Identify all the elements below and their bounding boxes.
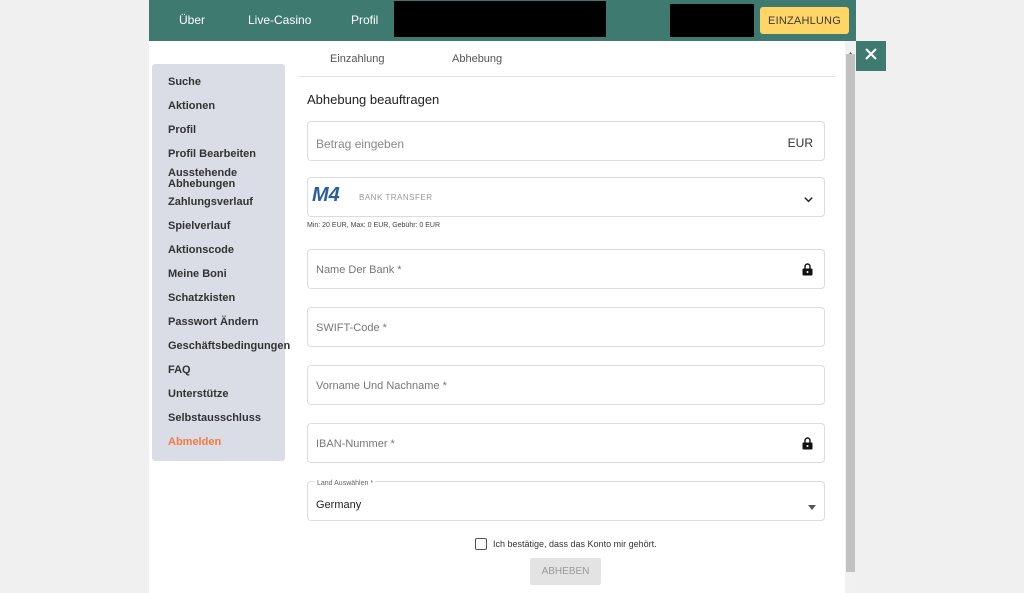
country-label: Land Auswählen * bbox=[315, 480, 376, 487]
full-name-placeholder: Vorname Und Nachname * bbox=[316, 380, 447, 392]
chevron-down-icon bbox=[803, 192, 814, 210]
sidebar-item-unterstuetze[interactable]: Unterstütze bbox=[168, 389, 229, 400]
form-title: Abhebung beauftragen bbox=[307, 92, 440, 107]
nav-link-ueber[interactable]: Über bbox=[179, 13, 205, 27]
sidebar-item-ausstehende-abhebungen[interactable]: Ausstehende Abhebungen bbox=[168, 168, 268, 190]
swift-code-field[interactable]: SWIFT-Code * bbox=[307, 307, 825, 347]
sidebar-item-schatzkisten[interactable]: Schatzkisten bbox=[168, 293, 235, 304]
m4-logo: M4 bbox=[312, 184, 340, 206]
sidebar-item-aktionscode[interactable]: Aktionscode bbox=[168, 245, 234, 256]
confirm-checkbox[interactable] bbox=[475, 538, 487, 550]
withdraw-button[interactable]: ABHEBEN bbox=[530, 558, 601, 585]
sidebar-item-passwort-aendern[interactable]: Passwort Ändern bbox=[168, 317, 258, 328]
sidebar-item-profil[interactable]: Profil bbox=[168, 125, 196, 136]
scrollbar[interactable] bbox=[845, 41, 856, 593]
payment-method-label: BANK TRANSFER bbox=[359, 193, 433, 202]
country-value: Germany bbox=[316, 499, 362, 511]
close-button[interactable] bbox=[856, 41, 886, 71]
top-navigation: Über Live-Casino Profil bbox=[149, 0, 856, 41]
close-icon bbox=[865, 47, 877, 65]
swift-code-placeholder: SWIFT-Code * bbox=[316, 322, 387, 334]
account-sidebar: Suche Aktionen Profil Profil Bearbeiten … bbox=[152, 64, 290, 461]
limits-text: Min: 20 EUR, Max: 0 EUR, Gebühr: 0 EUR bbox=[307, 222, 441, 229]
bank-name-field[interactable]: Name Der Bank * bbox=[307, 249, 825, 289]
nav-link-live-casino[interactable]: Live-Casino bbox=[248, 13, 311, 27]
lock-icon bbox=[802, 437, 813, 455]
bank-name-placeholder: Name Der Bank * bbox=[316, 264, 402, 276]
amount-input[interactable]: Betrag eingeben EUR bbox=[307, 121, 825, 161]
sidebar-item-selbstausschluss[interactable]: Selbstausschluss bbox=[168, 413, 261, 424]
payment-method-select[interactable]: M4 BANK TRANSFER bbox=[307, 177, 825, 217]
deposit-button[interactable]: EINZAHLUNG bbox=[760, 7, 849, 34]
iban-field[interactable]: IBAN-Nummer * bbox=[307, 423, 825, 463]
redacted-block bbox=[394, 1, 606, 37]
caret-down-icon bbox=[808, 498, 816, 516]
sidebar-item-geschaeftsbedingungen[interactable]: Geschäftsbedingungen bbox=[168, 341, 290, 352]
tab-abhebung[interactable]: Abhebung bbox=[452, 53, 502, 65]
payment-tabs: Einzahlung Abhebung bbox=[299, 41, 836, 77]
redacted-block bbox=[670, 4, 754, 37]
tab-einzahlung[interactable]: Einzahlung bbox=[330, 53, 384, 65]
scroll-down-icon[interactable] bbox=[847, 586, 854, 593]
sidebar-item-profil-bearbeiten[interactable]: Profil Bearbeiten bbox=[168, 149, 256, 160]
sidebar-item-spielverlauf[interactable]: Spielverlauf bbox=[168, 221, 230, 232]
currency-label: EUR bbox=[787, 136, 813, 150]
account-panel: Suche Aktionen Profil Profil Bearbeiten … bbox=[149, 41, 856, 593]
lock-icon bbox=[802, 263, 813, 281]
sidebar-item-abmelden[interactable]: Abmelden bbox=[168, 437, 221, 448]
iban-placeholder: IBAN-Nummer * bbox=[316, 438, 395, 450]
nav-link-profil[interactable]: Profil bbox=[351, 13, 378, 27]
sidebar-item-faq[interactable]: FAQ bbox=[168, 365, 191, 376]
sidebar-item-suche[interactable]: Suche bbox=[168, 77, 201, 88]
scrollbar-thumb[interactable] bbox=[846, 54, 855, 572]
sidebar-item-aktionen[interactable]: Aktionen bbox=[168, 101, 215, 112]
country-select[interactable]: Land Auswählen * Germany bbox=[307, 480, 825, 521]
sidebar-item-zahlungsverlauf[interactable]: Zahlungsverlauf bbox=[168, 197, 253, 208]
amount-placeholder: Betrag eingeben bbox=[316, 137, 405, 151]
confirm-text: Ich bestätige, dass das Konto mir gehört… bbox=[493, 539, 657, 549]
sidebar-item-meine-boni[interactable]: Meine Boni bbox=[168, 269, 227, 280]
full-name-field[interactable]: Vorname Und Nachname * bbox=[307, 365, 825, 405]
